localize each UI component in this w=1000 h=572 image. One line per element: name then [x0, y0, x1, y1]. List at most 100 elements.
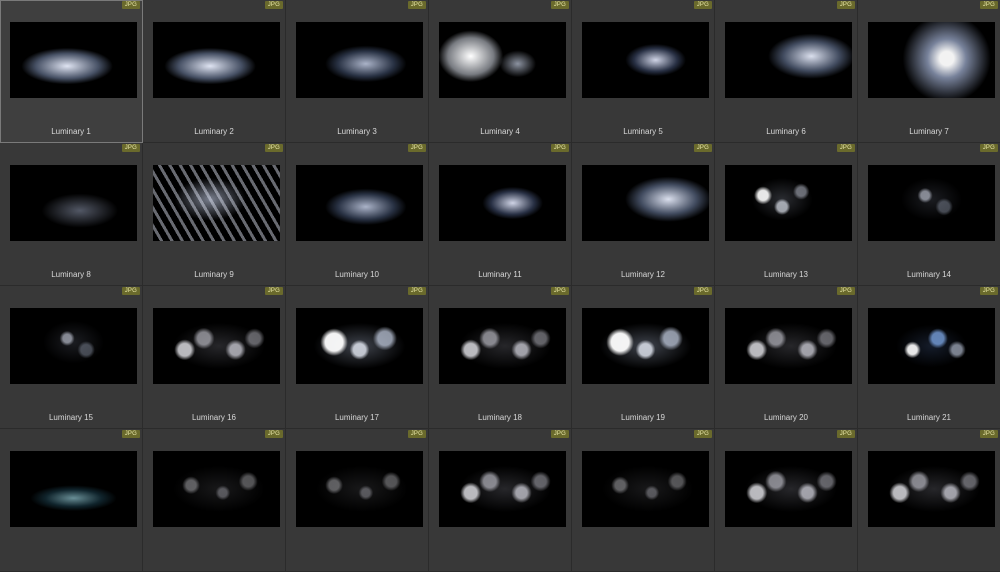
thumbnail-label: Luminary 7	[909, 127, 949, 136]
thumbnail-image[interactable]	[296, 451, 423, 527]
thumbnail-image[interactable]	[439, 451, 566, 527]
file-type-badge: JPG	[836, 287, 855, 295]
file-type-badge: JPG	[550, 1, 569, 9]
thumbnail-image[interactable]	[439, 165, 566, 241]
thumbnail-image[interactable]	[582, 22, 709, 98]
thumbnail-label: Luminary 12	[620, 270, 666, 279]
thumbnail-item[interactable]: JPG Luminary 1	[0, 0, 143, 143]
thumbnail-item[interactable]: JPG Luminary 19	[572, 286, 715, 429]
thumbnail-item[interactable]: JPG Luminary 21	[858, 286, 1000, 429]
thumbnail-preview	[10, 165, 137, 241]
file-type-badge: JPG	[264, 1, 283, 9]
thumbnail-image[interactable]	[725, 451, 852, 527]
thumbnail-item[interactable]: JPG	[0, 429, 143, 572]
thumbnail-image[interactable]	[153, 308, 280, 384]
thumbnail-item[interactable]: JPG	[429, 429, 572, 572]
file-type-badge: JPG	[407, 430, 426, 438]
file-type-badge: JPG	[121, 144, 140, 152]
thumbnail-item[interactable]: JPG Luminary 7	[858, 0, 1000, 143]
thumbnail-image[interactable]	[296, 165, 423, 241]
thumbnail-item[interactable]: JPG Luminary 2	[143, 0, 286, 143]
thumbnail-image[interactable]	[868, 451, 995, 527]
file-type-badge: JPG	[264, 144, 283, 152]
thumbnail-image[interactable]	[10, 165, 137, 241]
thumbnail-item[interactable]: JPG Luminary 12	[572, 143, 715, 286]
thumbnail-image[interactable]	[439, 308, 566, 384]
thumbnail-item[interactable]: JPG Luminary 16	[143, 286, 286, 429]
thumbnail-image[interactable]	[296, 308, 423, 384]
thumbnail-label: Luminary 6	[766, 127, 806, 136]
thumbnail-item[interactable]: JPG Luminary 14	[858, 143, 1000, 286]
thumbnail-item[interactable]: JPG Luminary 15	[0, 286, 143, 429]
thumbnail-item[interactable]: JPG Luminary 18	[429, 286, 572, 429]
thumbnail-preview	[296, 308, 423, 384]
thumbnail-preview	[10, 308, 137, 384]
thumbnail-item[interactable]: JPG Luminary 13	[715, 143, 858, 286]
thumbnail-preview	[296, 451, 423, 527]
thumbnail-image[interactable]	[10, 308, 137, 384]
file-type-badge: JPG	[836, 430, 855, 438]
file-type-badge: JPG	[836, 1, 855, 9]
thumbnail-image[interactable]	[10, 22, 137, 98]
thumbnail-preview	[582, 451, 709, 527]
thumbnail-item[interactable]: JPG	[143, 429, 286, 572]
thumbnail-image[interactable]	[439, 22, 566, 98]
thumbnail-grid: JPG Luminary 1 JPG Luminary 2 JPG Luminary 3J…	[0, 0, 1000, 572]
thumbnail-item[interactable]: JPG Luminary 10	[286, 143, 429, 286]
thumbnail-item[interactable]: JPG	[715, 429, 858, 572]
thumbnail-label: Luminary 9	[194, 270, 234, 279]
thumbnail-item[interactable]: JPG Luminary 20	[715, 286, 858, 429]
file-type-badge: JPG	[550, 430, 569, 438]
thumbnail-label: Luminary 8	[51, 270, 91, 279]
thumbnail-item[interactable]: JPG Luminary 9	[143, 143, 286, 286]
thumbnail-label: Luminary 15	[48, 413, 94, 422]
thumbnail-preview	[296, 22, 423, 98]
thumbnail-image[interactable]	[868, 22, 995, 98]
thumbnail-label: Luminary 10	[334, 270, 380, 279]
thumbnail-image[interactable]	[868, 308, 995, 384]
thumbnail-preview	[582, 308, 709, 384]
thumbnail-item[interactable]: JPG	[572, 429, 715, 572]
thumbnail-item[interactable]: JPG Luminary 17	[286, 286, 429, 429]
thumbnail-image[interactable]	[153, 165, 280, 241]
thumbnail-label: Luminary 17	[334, 413, 380, 422]
thumbnail-image[interactable]	[725, 308, 852, 384]
thumbnail-item[interactable]: JPG Luminary 11	[429, 143, 572, 286]
file-type-badge: JPG	[836, 144, 855, 152]
thumbnail-item[interactable]: JPG Luminary 4	[429, 0, 572, 143]
thumbnail-preview	[868, 165, 995, 241]
thumbnail-preview	[582, 22, 709, 98]
thumbnail-item[interactable]: JPG Luminary 6	[715, 0, 858, 143]
thumbnail-image[interactable]	[10, 451, 137, 527]
thumbnail-preview	[153, 308, 280, 384]
thumbnail-image[interactable]	[725, 22, 852, 98]
thumbnail-item[interactable]: JPG	[286, 429, 429, 572]
thumbnail-preview	[725, 165, 852, 241]
thumbnail-preview	[153, 451, 280, 527]
thumbnail-image[interactable]	[582, 165, 709, 241]
thumbnail-label: Luminary 1	[51, 127, 91, 136]
thumbnail-image[interactable]	[725, 165, 852, 241]
thumbnail-label: Luminary 5	[623, 127, 663, 136]
file-type-badge: JPG	[693, 287, 712, 295]
thumbnail-image[interactable]	[582, 451, 709, 527]
file-type-badge: JPG	[979, 1, 998, 9]
thumbnail-preview	[10, 22, 137, 98]
thumbnail-image[interactable]	[153, 22, 280, 98]
thumbnail-item[interactable]: JPG Luminary 5	[572, 0, 715, 143]
thumbnail-preview	[10, 451, 137, 527]
thumbnail-preview	[439, 22, 566, 98]
thumbnail-image[interactable]	[296, 22, 423, 98]
thumbnail-preview	[725, 22, 852, 98]
thumbnail-label: Luminary 20	[763, 413, 809, 422]
file-type-badge: JPG	[979, 287, 998, 295]
thumbnail-item[interactable]: JPG Luminary 8	[0, 143, 143, 286]
thumbnail-item[interactable]: JPG Luminary 3	[286, 0, 429, 143]
file-type-badge: JPG	[264, 430, 283, 438]
thumbnail-preview	[439, 308, 566, 384]
thumbnail-image[interactable]	[868, 165, 995, 241]
thumbnail-label: Luminary 21	[906, 413, 952, 422]
thumbnail-image[interactable]	[582, 308, 709, 384]
thumbnail-image[interactable]	[153, 451, 280, 527]
thumbnail-item[interactable]: JPG	[858, 429, 1000, 572]
